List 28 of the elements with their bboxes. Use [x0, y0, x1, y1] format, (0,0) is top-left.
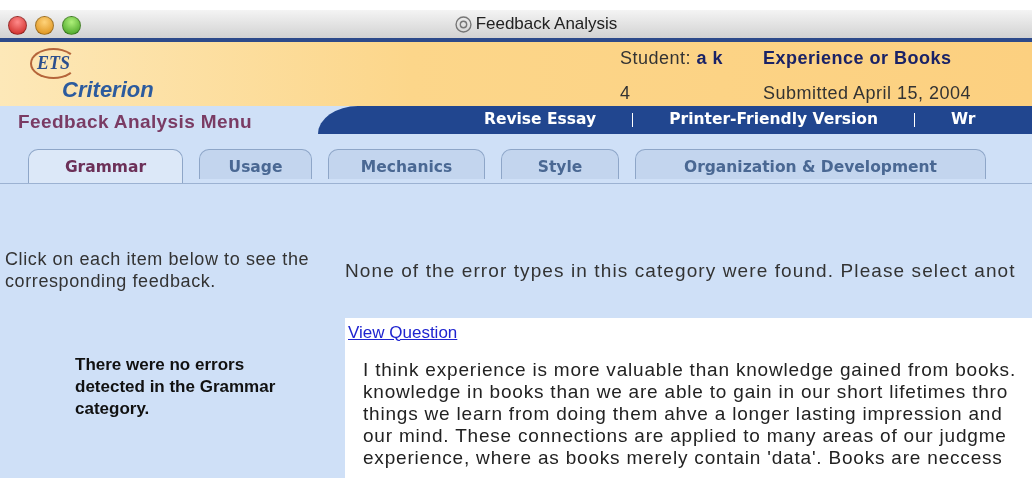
window-title: Feedback Analysis	[475, 13, 618, 36]
minimize-button[interactable]	[35, 16, 54, 35]
menu-link[interactable]: Printer-Friendly Version	[669, 108, 879, 132]
essay-text-line: experience, where as books merely contain 'data'. Books are neccess	[363, 447, 1004, 469]
no-errors-notice: There were no errors detected in the Grammar category.	[75, 354, 277, 420]
submitted-date: Submitted April 15, 2004	[763, 82, 972, 105]
student-name: Student: a k	[620, 47, 725, 70]
category-tab[interactable]: Mechanics	[328, 149, 485, 179]
essay-text-line: I think experience is more valuable than knowledge gained from books.	[363, 359, 1017, 381]
instructions-text: Click on each item below to see the corresponding feedback.	[5, 248, 311, 292]
zoom-button[interactable]	[62, 16, 81, 35]
essay-text-line: things we learn from doing them ahve a longer lasting impression and	[363, 403, 1004, 425]
category-tab[interactable]: Style	[501, 149, 619, 179]
proxy-icon	[454, 15, 472, 33]
essay-score: 4	[620, 82, 632, 105]
status-message: None of the error types in this category were found. Please select anot	[345, 259, 1017, 283]
menu-title: Feedback Analysis Menu	[18, 109, 253, 134]
category-tab[interactable]: Organization & Development	[635, 149, 986, 179]
menu-link[interactable]: Revise Essay	[484, 108, 597, 132]
menu-link[interactable]: Wr	[951, 108, 976, 132]
view-question-link[interactable]: View Question	[348, 322, 458, 342]
essay-text-line: knowledge in books than we are able to gain in our short lifetimes thro	[363, 381, 1010, 403]
category-tab[interactable]: Usage	[199, 149, 312, 179]
criterion-logo: ETS Criterion	[30, 48, 170, 106]
essay-text-line: our mind. These connections are applied to many areas of our judgme	[363, 425, 1008, 447]
prompt-title: Experience or Books	[763, 47, 953, 70]
category-tab[interactable]: Grammar	[28, 149, 183, 183]
close-button[interactable]	[8, 16, 27, 35]
